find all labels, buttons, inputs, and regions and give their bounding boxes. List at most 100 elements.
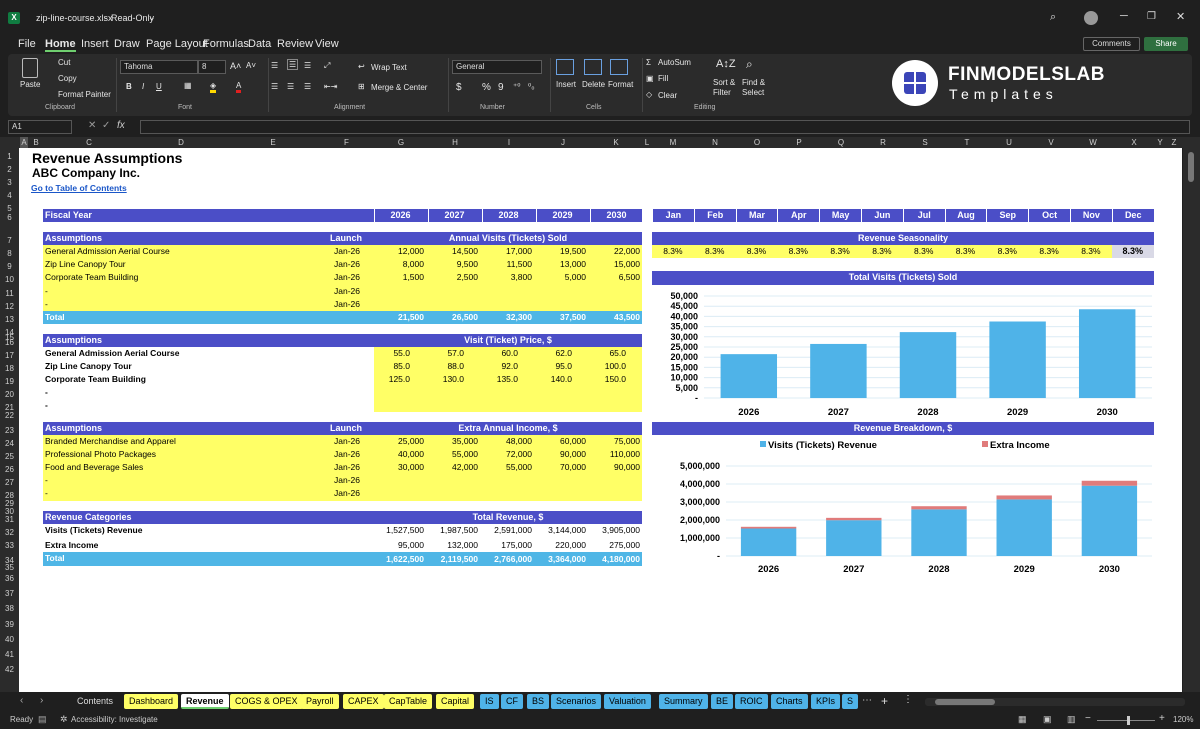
normal-view-icon[interactable]: ▦ <box>1018 714 1027 725</box>
price-cell[interactable]: 65.0 <box>590 347 626 360</box>
seasonality-cell[interactable]: 8.3% <box>819 245 861 258</box>
enter-formula-icon[interactable]: ✓ <box>102 120 110 131</box>
zoom-slider-thumb[interactable] <box>1127 716 1130 725</box>
font-color-icon[interactable]: A <box>236 81 242 93</box>
font-name-select[interactable]: Tahoma <box>120 60 198 74</box>
macro-icon[interactable]: ▤ <box>38 714 47 725</box>
row-header[interactable]: 27 <box>0 476 19 489</box>
column-header[interactable]: Q <box>820 137 862 148</box>
visits-cell[interactable]: 15,000 <box>590 258 640 271</box>
column-header[interactable]: K <box>590 137 642 148</box>
row-header[interactable]: 31 <box>0 513 19 526</box>
price-cell[interactable]: 125.0 <box>374 373 410 386</box>
restore-icon[interactable]: ❐ <box>1147 11 1156 22</box>
sheet-tab[interactable]: Scenarios <box>551 694 602 709</box>
toc-link[interactable]: Go to Table of Contents <box>31 182 127 195</box>
visits-row-name[interactable]: - <box>45 298 48 311</box>
chevron-down-icon[interactable]: ⌄ <box>148 12 156 23</box>
cancel-formula-icon[interactable]: ✕ <box>88 120 96 131</box>
page-break-view-icon[interactable]: ▥ <box>1067 714 1076 725</box>
minimize-icon[interactable]: ─ <box>1120 10 1128 22</box>
price-cell[interactable]: 88.0 <box>428 360 464 373</box>
sort-filter-button[interactable]: Sort & <box>713 78 735 87</box>
find-select-button[interactable]: Find & <box>742 78 765 87</box>
visits-row-name[interactable]: General Admission Aerial Course <box>45 245 170 258</box>
search-icon[interactable]: ⌕ <box>1050 11 1056 24</box>
clear-icon[interactable]: ◇ <box>646 90 652 99</box>
menu-file[interactable]: File <box>18 38 36 50</box>
comma-button[interactable]: 9 <box>498 82 504 93</box>
row-header[interactable]: 6 <box>0 211 19 224</box>
extra-cell[interactable]: 30,000 <box>374 461 424 474</box>
price-row-name[interactable]: General Admission Aerial Course <box>45 347 179 360</box>
cut-button[interactable]: Cut <box>58 58 70 67</box>
extra-row-launch[interactable]: Jan-26 <box>334 487 360 500</box>
row-header[interactable]: 32 <box>0 526 19 539</box>
sheet-tab[interactable]: Revenue <box>181 694 229 709</box>
align-middle-icon[interactable]: ☰ <box>287 59 299 70</box>
column-header[interactable]: Z <box>1166 137 1182 148</box>
column-header[interactable]: E <box>227 137 319 148</box>
extra-row-launch[interactable]: Jan-26 <box>334 435 360 448</box>
percent-button[interactable]: % <box>482 82 491 93</box>
extra-row-name[interactable]: - <box>45 474 48 487</box>
merge-icon[interactable]: ⊞ <box>358 82 365 91</box>
price-cell[interactable]: 92.0 <box>482 360 518 373</box>
column-header[interactable]: J <box>536 137 590 148</box>
sheet-tab[interactable]: Capital <box>436 694 475 709</box>
fill-button[interactable]: Fill <box>658 74 668 83</box>
sheet-tab[interactable]: CAPEX <box>343 694 384 709</box>
row-header[interactable]: 11 <box>0 287 19 300</box>
price-cell[interactable]: 150.0 <box>590 373 626 386</box>
revcat-cell[interactable]: 175,000 <box>482 539 532 552</box>
font-size-select[interactable]: 8 <box>198 60 226 74</box>
clear-button[interactable]: Clear <box>658 91 677 100</box>
extra-cell[interactable]: 35,000 <box>428 435 478 448</box>
extra-cell[interactable]: 55,000 <box>482 461 532 474</box>
column-header[interactable]: N <box>694 137 736 148</box>
align-left-icon[interactable]: ☰ <box>271 82 278 91</box>
row-header[interactable]: 39 <box>0 618 19 631</box>
row-header[interactable]: 22 <box>0 409 19 422</box>
price-cell[interactable]: 57.0 <box>428 347 464 360</box>
column-header[interactable]: X <box>1114 137 1154 148</box>
price-cell[interactable]: 55.0 <box>374 347 410 360</box>
orientation-icon[interactable]: ⤢ <box>324 61 330 71</box>
more-sheets-icon[interactable]: ⋯ <box>862 695 872 706</box>
name-box[interactable]: A1 <box>8 120 72 134</box>
row-header[interactable]: 36 <box>0 572 19 585</box>
menu-page-layout[interactable]: Page Layout <box>146 38 208 50</box>
price-cell[interactable]: 85.0 <box>374 360 410 373</box>
visits-row-name[interactable]: - <box>45 285 48 298</box>
extra-row-launch[interactable]: Jan-26 <box>334 448 360 461</box>
row-header[interactable]: 18 <box>0 362 19 375</box>
seasonality-cell[interactable]: 8.3% <box>1070 245 1112 258</box>
row-header[interactable]: 19 <box>0 375 19 388</box>
row-header[interactable]: 33 <box>0 539 19 552</box>
column-header[interactable]: V <box>1030 137 1072 148</box>
fill-icon[interactable]: ▣ <box>646 74 654 83</box>
horizontal-scrollbar[interactable] <box>925 698 1185 706</box>
autosum-button[interactable]: AutoSum <box>658 58 691 67</box>
sheet-tab[interactable]: Contents <box>72 694 119 709</box>
align-right-icon[interactable]: ☰ <box>304 82 311 91</box>
revcat-cell[interactable]: 132,000 <box>428 539 478 552</box>
visits-cell[interactable]: 3,800 <box>482 271 532 284</box>
extra-row-name[interactable]: - <box>45 487 48 500</box>
close-icon[interactable]: ✕ <box>1176 10 1185 23</box>
extra-cell[interactable]: 60,000 <box>536 435 586 448</box>
sheet-tab[interactable]: BS <box>527 694 550 709</box>
visits-cell[interactable]: 13,000 <box>536 258 586 271</box>
align-top-icon[interactable]: ☰ <box>271 61 278 70</box>
visits-row-name[interactable]: Corporate Team Building <box>45 271 138 284</box>
row-header[interactable]: 16 <box>0 336 19 349</box>
row-header[interactable]: 42 <box>0 663 19 676</box>
row-header[interactable]: 13 <box>0 313 19 326</box>
row-header[interactable]: 3 <box>0 176 19 189</box>
column-header[interactable]: Y <box>1154 137 1166 148</box>
revcat-cell[interactable]: 1,987,500 <box>428 524 478 537</box>
extra-row-launch[interactable]: Jan-26 <box>334 461 360 474</box>
price-row-name[interactable]: - <box>45 399 48 412</box>
visits-row-name[interactable]: Zip Line Canopy Tour <box>45 258 126 271</box>
align-center-icon[interactable]: ☰ <box>287 82 294 91</box>
